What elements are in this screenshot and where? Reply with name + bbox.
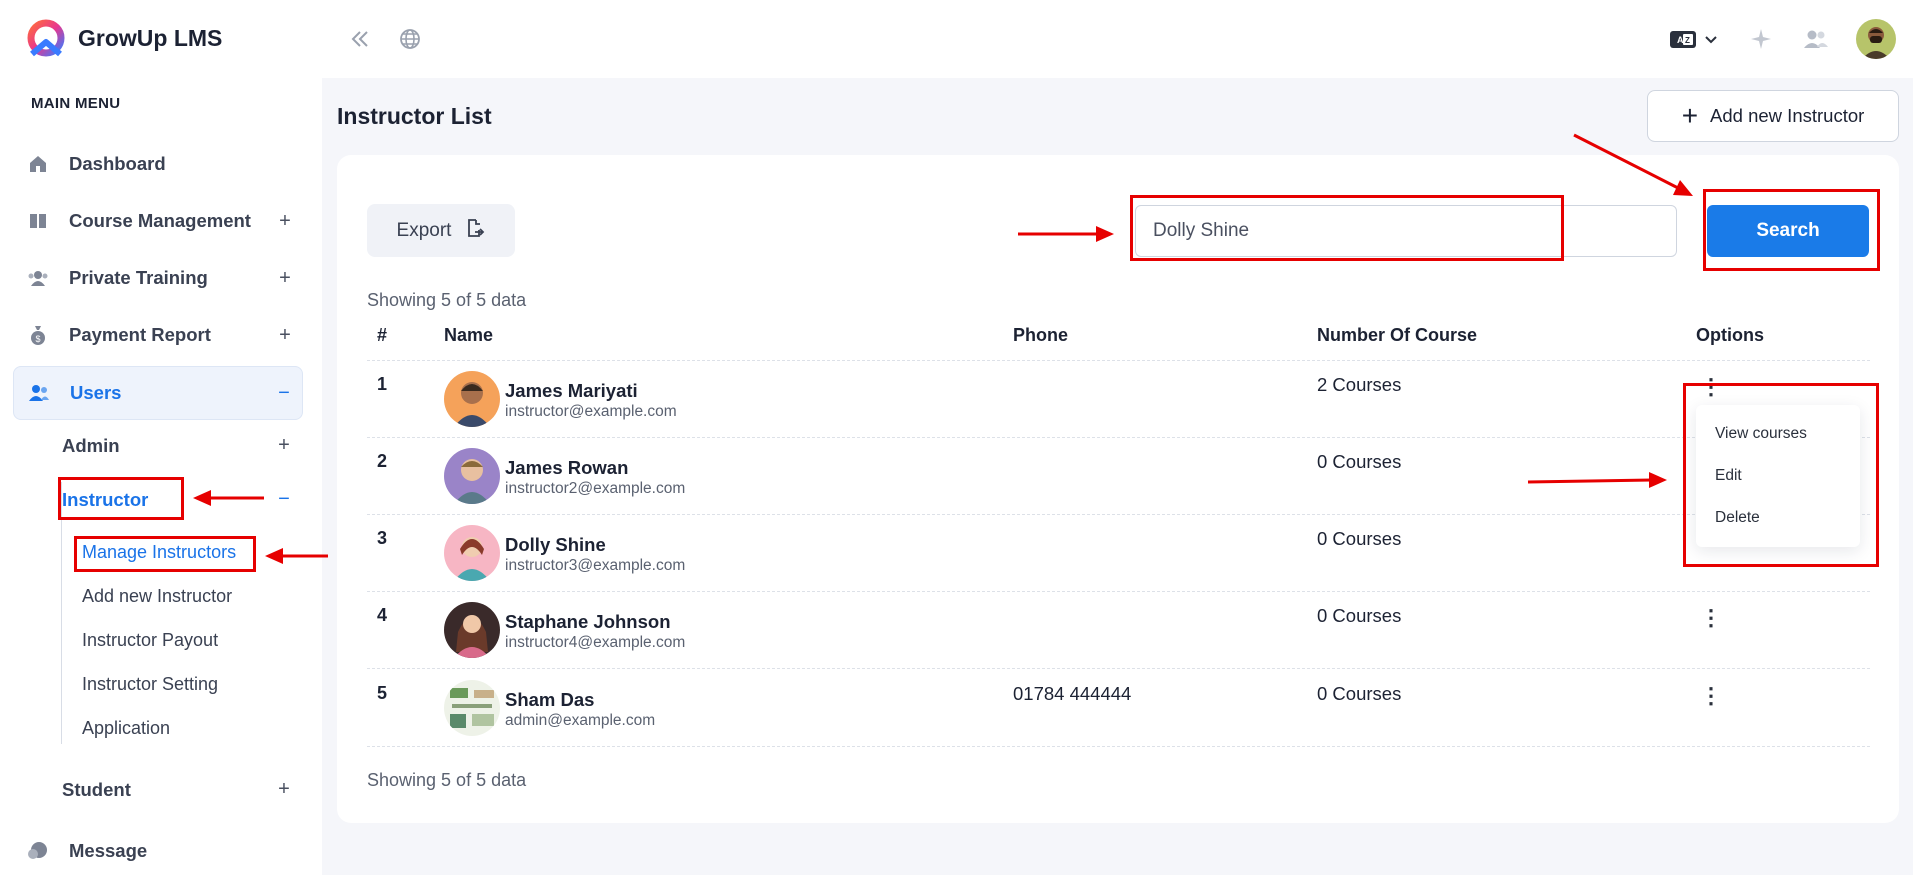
annotation-arrows <box>193 133 1693 564</box>
